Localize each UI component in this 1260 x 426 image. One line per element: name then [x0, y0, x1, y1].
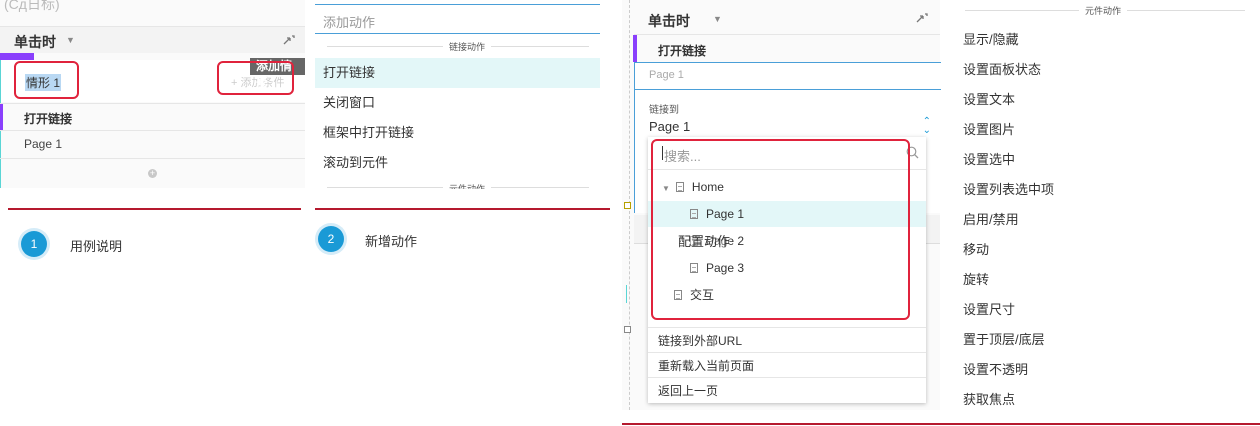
canvas-handle-top[interactable]	[624, 202, 631, 209]
widget-action-rotate[interactable]: 旋转	[963, 269, 989, 288]
annotation-box-case-name	[14, 61, 79, 99]
link-to-value: Page 1	[649, 119, 691, 134]
menu-item-open-in-frame[interactable]: 框架中打开链接	[323, 118, 414, 148]
annotation-box-page-tree	[651, 139, 910, 320]
red-rule-1	[8, 208, 301, 210]
red-rule-2	[315, 208, 610, 210]
chevron-down-icon[interactable]: ▼	[713, 14, 722, 24]
widget-action-set-selected[interactable]: 设置选中	[963, 149, 1015, 168]
widget-action-set-list-selection[interactable]: 设置列表选中项	[963, 179, 1054, 198]
widget-action-set-opacity[interactable]: 设置不透明	[963, 359, 1028, 378]
action-target-faint: Page 1	[649, 69, 684, 81]
widget-action-set-text[interactable]: 设置文本	[963, 89, 1015, 108]
step-badge-2: 2	[318, 226, 344, 252]
section-title-widget-actions: 元件动作	[1079, 4, 1128, 17]
menu-item-go-back[interactable]: 返回上一页	[658, 382, 718, 399]
annotation-box-add-case	[217, 61, 294, 95]
widget-action-set-image[interactable]: 设置图片	[963, 119, 1015, 138]
event-label-3: 单击时	[648, 13, 690, 29]
widget-action-enable-disable[interactable]: 启用/禁用	[963, 209, 1019, 228]
event-header[interactable]: 单击时 ▼	[0, 27, 305, 53]
action-purple-bar-3	[633, 35, 637, 62]
section-title-link-actions: 链接动作	[443, 40, 492, 53]
share-icon[interactable]	[915, 11, 929, 25]
chevron-down-icon[interactable]: ▼	[66, 35, 75, 45]
share-icon[interactable]	[282, 33, 296, 47]
step-text-2: 新增动作	[365, 234, 418, 249]
action-title[interactable]: 打开链接	[24, 110, 72, 127]
event-header-3[interactable]: 单击时 ▼	[634, 8, 940, 32]
step-badge-1: 1	[21, 231, 47, 257]
action-purple-bar	[0, 104, 3, 130]
widget-action-bring-front-back[interactable]: 置于顶层/底层	[963, 329, 1045, 348]
step-text-1: 用例说明	[70, 239, 123, 254]
action-title-3[interactable]: 打开链接	[658, 42, 706, 59]
menu-item-external-url[interactable]: 链接到外部URL	[658, 332, 742, 349]
chevron-updown-icon: ⌃ ⌄	[922, 116, 931, 136]
event-label: 单击时	[14, 34, 56, 50]
canvas-teal-mark	[622, 285, 627, 303]
section-title-widget-actions-partial: 元件动作	[443, 183, 492, 189]
top-partial-text: (Сд日标)	[4, 0, 60, 12]
add-action-placeholder: 添加动作	[323, 15, 376, 30]
plus-circle-icon[interactable]: +	[148, 169, 157, 178]
widget-action-move[interactable]: 移动	[963, 239, 989, 258]
panel-add-action: 添加动作 链接动作 打开链接 关闭窗口 框架中打开链接 滚动到元件 元件动作	[315, 0, 600, 190]
menu-item-scroll-to-widget[interactable]: 滚动到元件	[323, 148, 388, 178]
canvas-handle-bottom[interactable]	[624, 326, 631, 333]
widget-action-show-hide[interactable]: 显示/隐藏	[963, 29, 1019, 48]
red-rule-3	[622, 423, 1260, 425]
widget-action-set-panel-state[interactable]: 设置面板状态	[963, 59, 1041, 78]
add-action-input[interactable]: 添加动作	[315, 5, 600, 33]
link-to-select[interactable]: Page 1 ⌃ ⌄	[649, 117, 931, 137]
menu-item-open-link-label[interactable]: 打开链接	[323, 58, 375, 88]
purple-tab-marker	[0, 53, 34, 60]
widget-action-set-size[interactable]: 设置尺寸	[963, 299, 1015, 318]
widget-action-focus[interactable]: 获取焦点	[963, 389, 1015, 408]
link-to-label: 链接到	[649, 105, 679, 116]
menu-item-reload-page[interactable]: 重新载入当前页面	[658, 357, 754, 374]
action-target[interactable]: Page 1	[24, 137, 62, 151]
menu-item-close-window[interactable]: 关闭窗口	[323, 88, 375, 118]
